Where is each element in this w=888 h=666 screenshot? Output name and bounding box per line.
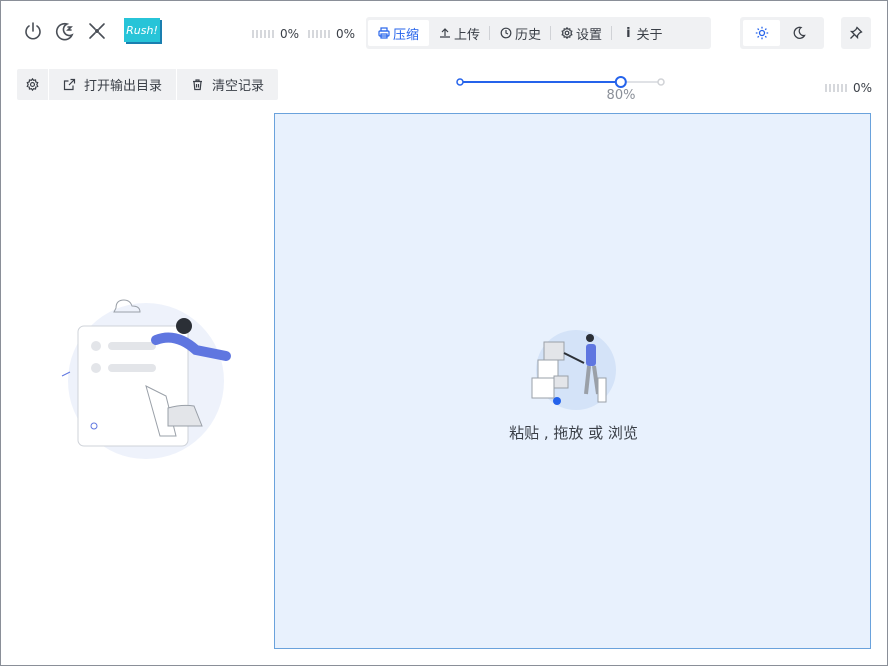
shrink-button[interactable]: [85, 19, 109, 43]
info-icon: i: [626, 25, 631, 41]
open-output-dir-button[interactable]: 打开输出目录: [49, 69, 178, 100]
dropzone-label: 粘贴 , 拖放 或 浏览: [509, 424, 638, 442]
pin-icon: [849, 26, 863, 40]
meter-3: 0%: [825, 81, 872, 95]
sleep-button[interactable]: [53, 19, 77, 43]
dropzone-illustration: [524, 328, 620, 413]
dark-theme-button[interactable]: [780, 20, 817, 46]
upload-icon: [440, 28, 451, 38]
tab-about[interactable]: i 关于: [612, 20, 676, 46]
shrink-icon: [89, 23, 105, 39]
toolbar-settings-button[interactable]: [17, 69, 49, 100]
tab-settings[interactable]: 设置: [551, 20, 613, 46]
meter-2-value: 0%: [336, 27, 356, 41]
tab-settings-label: 设置: [576, 27, 603, 43]
meter-1: 0%: [252, 27, 299, 41]
app-window: Rush! 0% 0% 压缩 上传 历史 设置 i 关于 打开输出目录 清空记录…: [0, 0, 888, 666]
main-nav: 压缩 上传 历史 设置 i 关于: [366, 17, 711, 49]
meter-2: 0%: [308, 27, 355, 41]
tab-upload[interactable]: 上传: [429, 20, 491, 46]
tab-compress[interactable]: 压缩: [368, 20, 430, 46]
toolbar: 打开输出目录 清空记录: [17, 69, 279, 100]
moon-icon: [793, 26, 806, 39]
logo-text: Rush!: [126, 23, 158, 37]
power-icon: [25, 22, 41, 40]
tab-history[interactable]: 历史: [490, 20, 552, 46]
theme-toggle: [740, 17, 824, 49]
tab-history-label: 历史: [515, 27, 542, 43]
sun-icon: [755, 26, 768, 40]
dropzone[interactable]: 粘贴 , 拖放 或 浏览: [274, 113, 871, 649]
pin-button[interactable]: [841, 17, 871, 49]
meter-bars: [308, 30, 330, 38]
quality-value: 80%: [606, 88, 636, 103]
meter-bars: [825, 84, 847, 92]
gear-icon: [26, 78, 39, 91]
tab-about-label: 关于: [636, 27, 663, 43]
light-theme-button[interactable]: [743, 20, 780, 46]
gear-icon: [561, 27, 573, 39]
sleep-icon: [56, 22, 74, 41]
tab-upload-label: 上传: [454, 27, 481, 43]
tab-compress-label: 压缩: [393, 27, 420, 43]
meter-3-value: 0%: [853, 81, 873, 95]
history-icon: [500, 27, 512, 39]
external-link-icon: [63, 78, 76, 91]
open-output-dir-label: 打开输出目录: [84, 79, 163, 94]
power-button[interactable]: [21, 19, 45, 43]
clear-records-button[interactable]: 清空记录: [177, 69, 278, 100]
meter-bars: [252, 30, 274, 38]
printer-icon: [378, 27, 390, 39]
slider-thumb[interactable]: [614, 76, 627, 88]
trash-icon: [193, 79, 203, 91]
empty-state-illustration: [56, 296, 241, 466]
clear-records-label: 清空记录: [212, 79, 265, 94]
app-logo: Rush!: [124, 18, 160, 42]
meter-1-value: 0%: [280, 27, 300, 41]
